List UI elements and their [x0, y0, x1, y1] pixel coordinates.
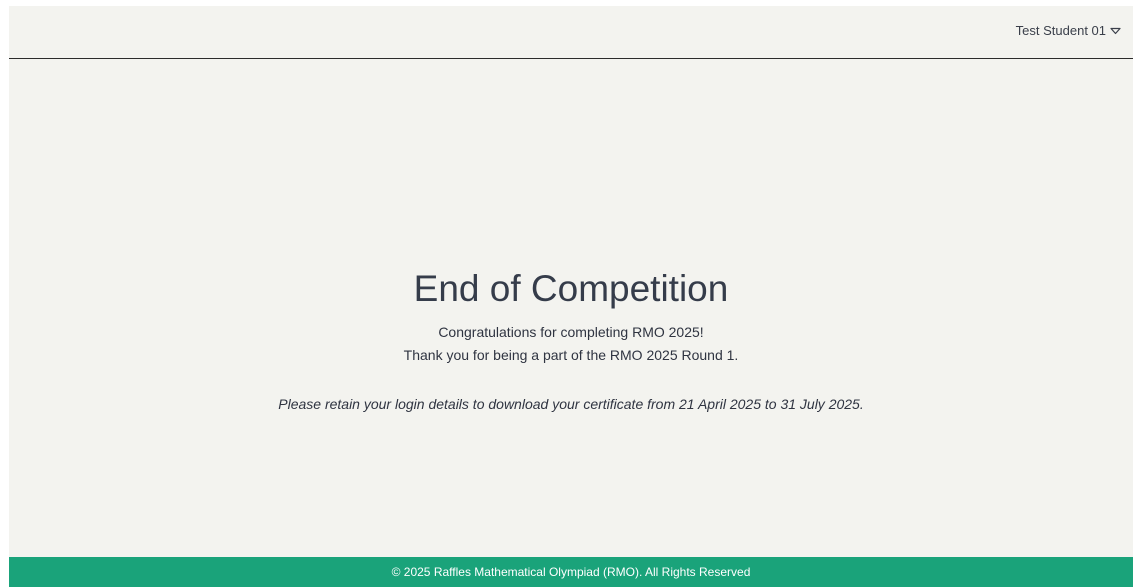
- main-content: End of Competition Congratulations for c…: [9, 59, 1133, 557]
- page-title: End of Competition: [413, 268, 729, 309]
- certificate-notice: Please retain your login details to down…: [278, 396, 864, 412]
- footer-copyright: © 2025 Raffles Mathematical Olympiad (RM…: [391, 565, 751, 579]
- footer: © 2025 Raffles Mathematical Olympiad (RM…: [9, 557, 1133, 587]
- user-menu[interactable]: Test Student 01: [1016, 23, 1121, 38]
- page-frame: Test Student 01 End of Competition Congr…: [9, 6, 1133, 587]
- chevron-down-icon: [1110, 27, 1121, 35]
- congratulations-text: Congratulations for completing RMO 2025!: [438, 324, 704, 340]
- thank-you-text: Thank you for being a part of the RMO 20…: [403, 347, 739, 363]
- top-bar: Test Student 01: [9, 6, 1133, 59]
- user-name: Test Student 01: [1015, 23, 1106, 38]
